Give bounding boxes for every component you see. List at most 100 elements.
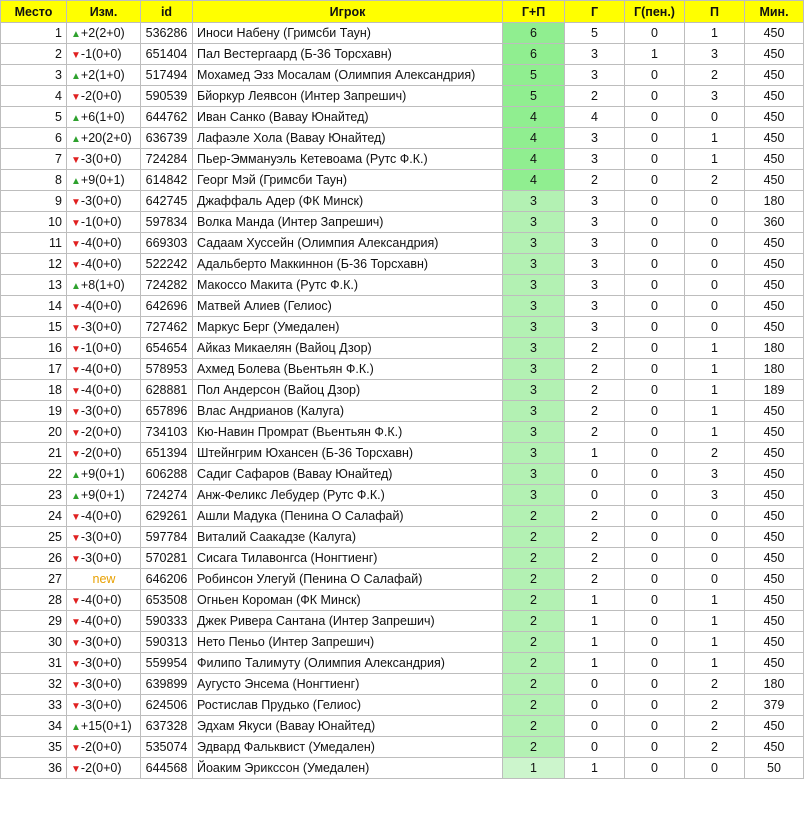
header-change[interactable]: Изм. (66, 0, 141, 23)
table-row[interactable]: 26 ▼-3(0+0) 570281 Сисага Тилавонгса (Нонгт… (0, 547, 804, 569)
table-row[interactable]: 33 ▼-3(0+0) 624506 Ростислав Прудько (Гелио… (0, 694, 804, 716)
header-goals[interactable]: Г (564, 0, 625, 23)
header-penalty-goals[interactable]: Г(пен.) (624, 0, 685, 23)
table-row[interactable]: 16 ▼-1(0+0) 654654 Айказ Микаелян (Вайоц Дз… (0, 337, 804, 359)
table-row[interactable]: 24 ▼-4(0+0) 629261 Ашли Мадука (Пенина О Са… (0, 505, 804, 527)
arrow-down-icon: ▼ (71, 344, 81, 355)
player-name-cell[interactable]: Иноси Набену (Гримсби Таун) (192, 22, 503, 44)
player-name-cell[interactable]: Штейнгрим Юхансен (Б-36 Торсхавн) (192, 442, 503, 464)
table-row[interactable]: 34 ▲+15(0+1) 637328 Эдхам Якуси (Вавау Юнай… (0, 715, 804, 737)
player-name-cell[interactable]: Айказ Микаелян (Вайоц Дзор) (192, 337, 503, 359)
table-row[interactable]: 3 ▲+2(1+0) 517494 Мохамед Эзз Мосалам (Олим… (0, 64, 804, 86)
player-name-cell[interactable]: Виталий Саакадзе (Калуга) (192, 526, 503, 548)
table-row[interactable]: 4 ▼-2(0+0) 590539 Бйоркур Леявсон (Интер За… (0, 85, 804, 107)
player-name-cell[interactable]: Робинсон Улегуй (Пенина О Салафай) (192, 568, 503, 590)
table-row[interactable]: 22 ▲+9(0+1) 606288 Садиг Сафаров (Вавау Юна… (0, 463, 804, 485)
table-row[interactable]: 35 ▼-2(0+0) 535074 Эдвард Фальквист (Умедал… (0, 736, 804, 758)
header-place[interactable]: Место (0, 0, 67, 23)
player-id-cell: 597784 (140, 526, 193, 548)
table-row[interactable]: 10 ▼-1(0+0) 597834 Волка Манда (Интер Запре… (0, 211, 804, 233)
player-name-cell[interactable]: Нето Пеньо (Интер Запрешич) (192, 631, 503, 653)
player-name-cell[interactable]: Бйоркур Леявсон (Интер Запрешич) (192, 85, 503, 107)
arrow-down-icon: ▼ (71, 533, 81, 544)
table-row[interactable]: 2 ▼-1(0+0) 651404 Пал Вестергаард (Б-36 Тор… (0, 43, 804, 65)
table-row[interactable]: 31 ▼-3(0+0) 559954 Филипо Талимуту (Олимпия… (0, 652, 804, 674)
player-name-cell[interactable]: Мохамед Эзз Мосалам (Олимпия Александрия… (192, 64, 503, 86)
player-name-cell[interactable]: Пьер-Эммануэль Кетевоама (Рутс Ф.К.) (192, 148, 503, 170)
player-name-cell[interactable]: Эдхам Якуси (Вавау Юнайтед) (192, 715, 503, 737)
arrow-up-icon: ▲ (71, 722, 81, 733)
player-name-cell[interactable]: Эдвард Фальквист (Умедален) (192, 736, 503, 758)
table-row[interactable]: 11 ▼-4(0+0) 669303 Садаам Хуссейн (Олимпия … (0, 232, 804, 254)
player-name-cell[interactable]: Волка Манда (Интер Запрешич) (192, 211, 503, 233)
player-name-cell[interactable]: Маркус Берг (Умедален) (192, 316, 503, 338)
table-row[interactable]: 12 ▼-4(0+0) 522242 Адальберто Маккиннон (Б-… (0, 253, 804, 275)
player-name-cell[interactable]: Филипо Талимуту (Олимпия Александрия) (192, 652, 503, 674)
player-name-cell[interactable]: Кю-Навин Промрат (Вьентьян Ф.К.) (192, 421, 503, 443)
header-minutes[interactable]: Мин. (744, 0, 804, 23)
arrow-down-icon: ▼ (71, 449, 81, 460)
player-name-cell[interactable]: Садаам Хуссейн (Олимпия Александрия) (192, 232, 503, 254)
change-cell: ▲+9(0+1) (66, 463, 141, 485)
assists-cell: 2 (684, 673, 745, 695)
table-row[interactable]: 5 ▲+6(1+0) 644762 Иван Санко (Вавау Юнайтед… (0, 106, 804, 128)
table-row[interactable]: 15 ▼-3(0+0) 727462 Маркус Берг (Умедален) 3 3… (0, 316, 804, 338)
header-player[interactable]: Игрок (192, 0, 503, 23)
player-name-cell[interactable]: Йоаким Эрикссон (Умедален) (192, 757, 503, 779)
player-name-cell[interactable]: Матвей Алиев (Гелиос) (192, 295, 503, 317)
player-name-cell[interactable]: Макоссо Макита (Рутс Ф.К.) (192, 274, 503, 296)
table-row[interactable]: 20 ▼-2(0+0) 734103 Кю-Навин Промрат (Вьенть… (0, 421, 804, 443)
player-name-cell[interactable]: Ашли Мадука (Пенина О Салафай) (192, 505, 503, 527)
place-cell: 13 (0, 274, 67, 296)
player-name-cell[interactable]: Аугусто Энсема (Нонгтиенг) (192, 673, 503, 695)
table-row[interactable]: 30 ▼-3(0+0) 590313 Нето Пеньо (Интер Запреш… (0, 631, 804, 653)
player-name-cell[interactable]: Джаффаль Адер (ФК Минск) (192, 190, 503, 212)
table-row[interactable]: 23 ▲+9(0+1) 724274 Анж-Феликс Лебудер (Рутс… (0, 484, 804, 506)
player-name-cell[interactable]: Лафаэле Хола (Вавау Юнайтед) (192, 127, 503, 149)
player-name-cell[interactable]: Сисага Тилавонгса (Нонгтиенг) (192, 547, 503, 569)
table-row[interactable]: 36 ▼-2(0+0) 644568 Йоаким Эрикссон (Умедале… (0, 757, 804, 779)
table-row[interactable]: 19 ▼-3(0+0) 657896 Влас Андрианов (Калуга) 3… (0, 400, 804, 422)
player-name-cell[interactable]: Ростислав Прудько (Гелиос) (192, 694, 503, 716)
player-name-cell[interactable]: Георг Мэй (Гримсби Таун) (192, 169, 503, 191)
table-row[interactable]: 21 ▼-2(0+0) 651394 Штейнгрим Юхансен (Б-36 … (0, 442, 804, 464)
arrow-down-icon: ▼ (71, 428, 81, 439)
table-row[interactable]: 28 ▼-4(0+0) 653508 Огньен Короман (ФК Минск… (0, 589, 804, 611)
player-name-cell[interactable]: Иван Санко (Вавау Юнайтед) (192, 106, 503, 128)
table-row[interactable]: 17 ▼-4(0+0) 578953 Ахмед Болева (Вьентьян Ф… (0, 358, 804, 380)
header-id[interactable]: id (140, 0, 193, 23)
player-name-cell[interactable]: Пал Вестергаард (Б-36 Торсхавн) (192, 43, 503, 65)
arrow-down-icon: ▼ (71, 50, 81, 61)
minutes-cell: 450 (744, 400, 804, 422)
player-name-cell[interactable]: Адальберто Маккиннон (Б-36 Торсхавн) (192, 253, 503, 275)
assists-cell: 1 (684, 337, 745, 359)
table-row[interactable]: 27 new 646206 Робинсон Улегуй (Пенина О Сал… (0, 568, 804, 590)
table-row[interactable]: 8 ▲+9(0+1) 614842 Георг Мэй (Гримсби Таун) 4… (0, 169, 804, 191)
table-row[interactable]: 1 ▲+2(2+0) 536286 Иноси Набену (Гримсби Тау… (0, 22, 804, 44)
minutes-cell: 180 (744, 673, 804, 695)
table-row[interactable]: 13 ▲+8(1+0) 724282 Макоссо Макита (Рутс Ф.К… (0, 274, 804, 296)
player-name-cell[interactable]: Садиг Сафаров (Вавау Юнайтед) (192, 463, 503, 485)
player-name-cell[interactable]: Влас Андрианов (Калуга) (192, 400, 503, 422)
player-name-cell[interactable]: Анж-Феликс Лебудер (Рутс Ф.К.) (192, 484, 503, 506)
penalty-goals-cell: 0 (624, 652, 685, 674)
player-name-cell[interactable]: Огньен Короман (ФК Минск) (192, 589, 503, 611)
player-name-cell[interactable]: Пол Андерсон (Вайоц Дзор) (192, 379, 503, 401)
table-row[interactable]: 7 ▼-3(0+0) 724284 Пьер-Эммануэль Кетевоама … (0, 148, 804, 170)
table-row[interactable]: 29 ▼-4(0+0) 590333 Джек Ривера Сантана (Инт… (0, 610, 804, 632)
assists-cell: 0 (684, 526, 745, 548)
table-row[interactable]: 25 ▼-3(0+0) 597784 Виталий Саакадзе (Калуга… (0, 526, 804, 548)
table-row[interactable]: 9 ▼-3(0+0) 642745 Джаффаль Адер (ФК Минск) 3… (0, 190, 804, 212)
table-row[interactable]: 14 ▼-4(0+0) 642696 Матвей Алиев (Гелиос) 3 3 0… (0, 295, 804, 317)
change-cell: new (66, 568, 141, 590)
player-name-cell[interactable]: Джек Ривера Сантана (Интер Запрешич) (192, 610, 503, 632)
header-assists[interactable]: П (684, 0, 745, 23)
change-cell: ▼-3(0+0) (66, 526, 141, 548)
minutes-cell: 450 (744, 547, 804, 569)
table-row[interactable]: 6 ▲+20(2+0) 636739 Лафаэле Хола (Вавау Юнай… (0, 127, 804, 149)
table-row[interactable]: 32 ▼-3(0+0) 639899 Аугусто Энсема (Нонгтиен… (0, 673, 804, 695)
player-name-cell[interactable]: Ахмед Болева (Вьентьян Ф.К.) (192, 358, 503, 380)
table-row[interactable]: 18 ▼-4(0+0) 628881 Пол Андерсон (Вайоц Дзор… (0, 379, 804, 401)
header-goals-plus-assists[interactable]: Г+П (502, 0, 565, 23)
goals-plus-assists-cell: 3 (502, 190, 565, 212)
